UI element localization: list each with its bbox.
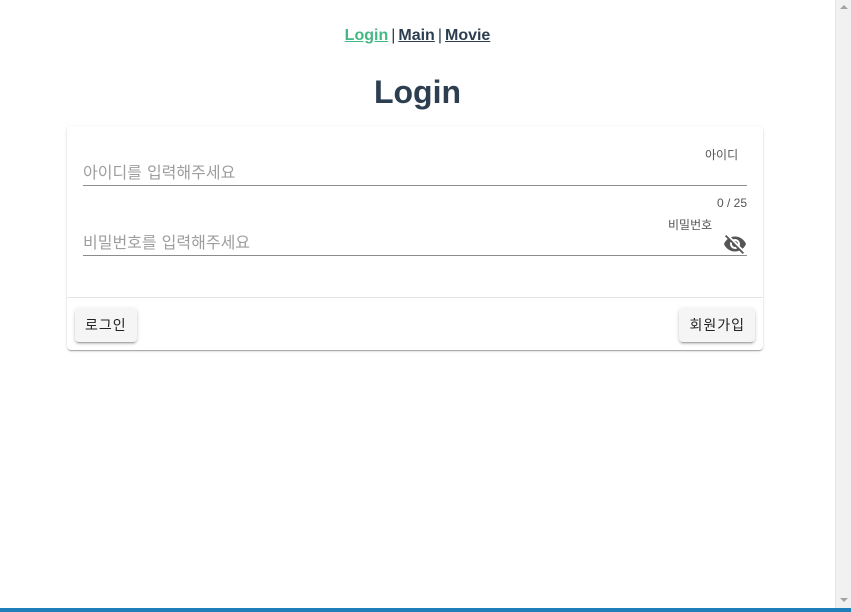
nav-link-movie[interactable]: Movie: [445, 27, 490, 44]
id-field: 아이디 0 / 25: [83, 146, 747, 218]
nav-link-main[interactable]: Main: [398, 27, 434, 44]
nav-link-login[interactable]: Login: [345, 27, 389, 44]
top-nav: Login | Main | Movie: [0, 27, 835, 45]
page-title: Login: [373, 74, 462, 110]
password-field: 비밀번호: [83, 216, 747, 266]
scroll-down-arrow-icon[interactable]: [840, 598, 848, 602]
login-card: 아이디 0 / 25 비밀번호 로그인 회원가입: [67, 126, 763, 350]
browser-viewport: Login|Main|Movie Login 아이디 0 / 25 비밀번호 로…: [0, 0, 835, 608]
id-char-counter: 0 / 25: [716, 196, 747, 210]
eye-off-icon[interactable]: [723, 232, 747, 256]
nav-separator: |: [391, 27, 396, 44]
nav-separator: |: [437, 27, 442, 44]
login-button[interactable]: 로그인: [75, 308, 137, 342]
card-divider: [67, 297, 763, 298]
signup-button[interactable]: 회원가입: [679, 308, 755, 342]
scroll-up-arrow-icon[interactable]: [840, 5, 848, 9]
vertical-scrollbar[interactable]: [835, 0, 851, 608]
taskbar-edge: [0, 608, 851, 612]
id-input[interactable]: [83, 159, 747, 186]
password-input[interactable]: [83, 229, 747, 256]
